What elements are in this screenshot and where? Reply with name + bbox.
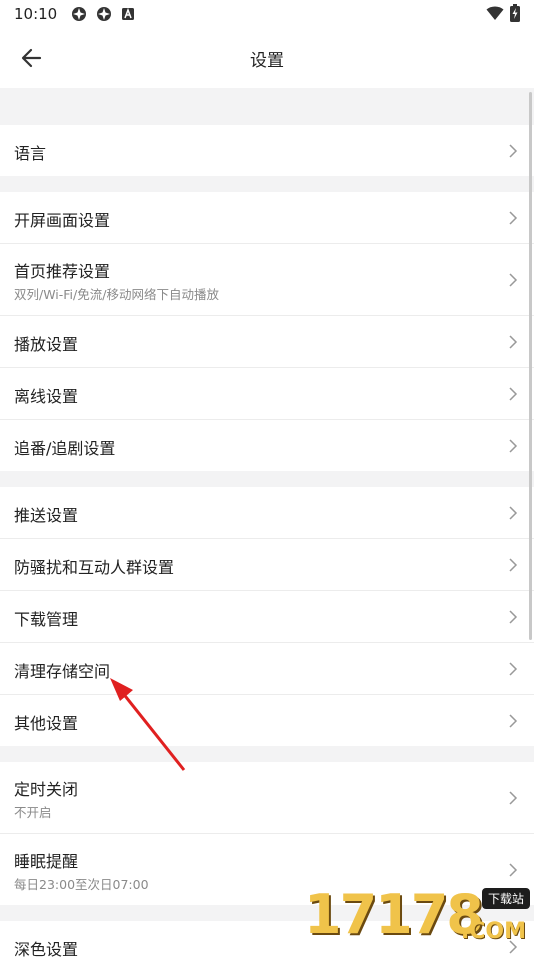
settings-group-playback: 开屏画面设置 首页推荐设置 双列/Wi-Fi/免流/移动网络下自动播放 播放设置…	[0, 192, 534, 471]
settings-group-language: 语言	[0, 125, 534, 176]
status-bar: 10:10	[0, 0, 534, 28]
row-label: 下载管理	[14, 610, 79, 629]
chevron-right-icon	[509, 386, 518, 401]
section-gap	[0, 88, 534, 125]
row-label: 防骚扰和互动人群设置	[14, 558, 175, 577]
settings-row-playback[interactable]: 播放设置	[0, 316, 534, 368]
row-label: 其他设置	[14, 714, 79, 733]
settings-row-download-manager[interactable]: 下载管理	[0, 591, 534, 643]
watermark-badge: 下载站	[481, 888, 530, 909]
section-gap	[0, 746, 534, 762]
settings-row-follow-series[interactable]: 追番/追剧设置	[0, 420, 534, 471]
section-gap	[0, 471, 534, 487]
chevron-right-icon	[509, 438, 518, 453]
row-subtitle: 双列/Wi-Fi/免流/移动网络下自动播放	[14, 287, 219, 302]
status-right-icons	[486, 4, 520, 22]
row-label: 离线设置	[14, 387, 79, 406]
row-label: 定时关闭	[14, 780, 79, 799]
settings-row-push[interactable]: 推送设置	[0, 487, 534, 539]
status-time: 10:10	[14, 5, 58, 23]
status-notification-icons	[71, 6, 135, 22]
settings-list: 语言 开屏画面设置 首页推荐设置 双列/Wi-Fi/免流/移动网络下自动播放 播…	[0, 88, 534, 972]
app-notification-icon	[72, 7, 87, 21]
settings-group-general: 推送设置 防骚扰和互动人群设置 下载管理 清理存储空间 其他设置	[0, 487, 534, 746]
row-label: 深色设置	[14, 940, 79, 959]
text-badge-icon	[122, 7, 135, 20]
settings-row-clear-storage[interactable]: 清理存储空间	[0, 643, 534, 695]
chevron-right-icon	[509, 862, 518, 877]
settings-row-other[interactable]: 其他设置	[0, 695, 534, 746]
chevron-right-icon	[509, 143, 518, 158]
chevron-right-icon	[509, 210, 518, 225]
row-label: 播放设置	[14, 335, 79, 354]
chevron-right-icon	[509, 334, 518, 349]
row-label: 语言	[14, 144, 47, 163]
settings-row-splash-screen[interactable]: 开屏画面设置	[0, 192, 534, 244]
wifi-icon	[486, 6, 504, 20]
battery-charging-icon	[510, 4, 520, 22]
chevron-right-icon	[509, 790, 518, 805]
chevron-right-icon	[509, 557, 518, 572]
watermark-domain: .COM	[460, 919, 526, 944]
watermark: 17178 下载站 .COM	[304, 883, 534, 950]
row-label: 开屏画面设置	[14, 211, 111, 230]
chevron-right-icon	[509, 505, 518, 520]
settings-row-language[interactable]: 语言	[0, 125, 534, 176]
chevron-right-icon	[509, 713, 518, 728]
row-subtitle: 不开启	[14, 805, 52, 820]
row-label: 首页推荐设置	[14, 262, 111, 281]
row-label: 推送设置	[14, 506, 79, 525]
chevron-right-icon	[509, 661, 518, 676]
app-notification-icon	[97, 7, 112, 21]
watermark-logo: 17178	[304, 883, 484, 946]
row-label: 追番/追剧设置	[14, 439, 116, 458]
row-subtitle: 每日23:00至次日07:00	[14, 877, 149, 892]
top-app-bar: 设置	[0, 28, 534, 88]
annotation-arrow	[110, 678, 186, 771]
settings-row-home-recommend[interactable]: 首页推荐设置 双列/Wi-Fi/免流/移动网络下自动播放	[0, 244, 534, 316]
row-label: 睡眠提醒	[14, 852, 79, 871]
settings-row-offline[interactable]: 离线设置	[0, 368, 534, 420]
row-label: 清理存储空间	[14, 662, 111, 681]
settings-row-anti-harassment[interactable]: 防骚扰和互动人群设置	[0, 539, 534, 591]
chevron-right-icon	[509, 272, 518, 287]
page-title: 设置	[250, 51, 284, 71]
scrollbar[interactable]	[529, 92, 532, 640]
settings-row-timed-close[interactable]: 定时关闭 不开启	[0, 762, 534, 834]
section-gap	[0, 176, 534, 192]
chevron-right-icon	[509, 609, 518, 624]
